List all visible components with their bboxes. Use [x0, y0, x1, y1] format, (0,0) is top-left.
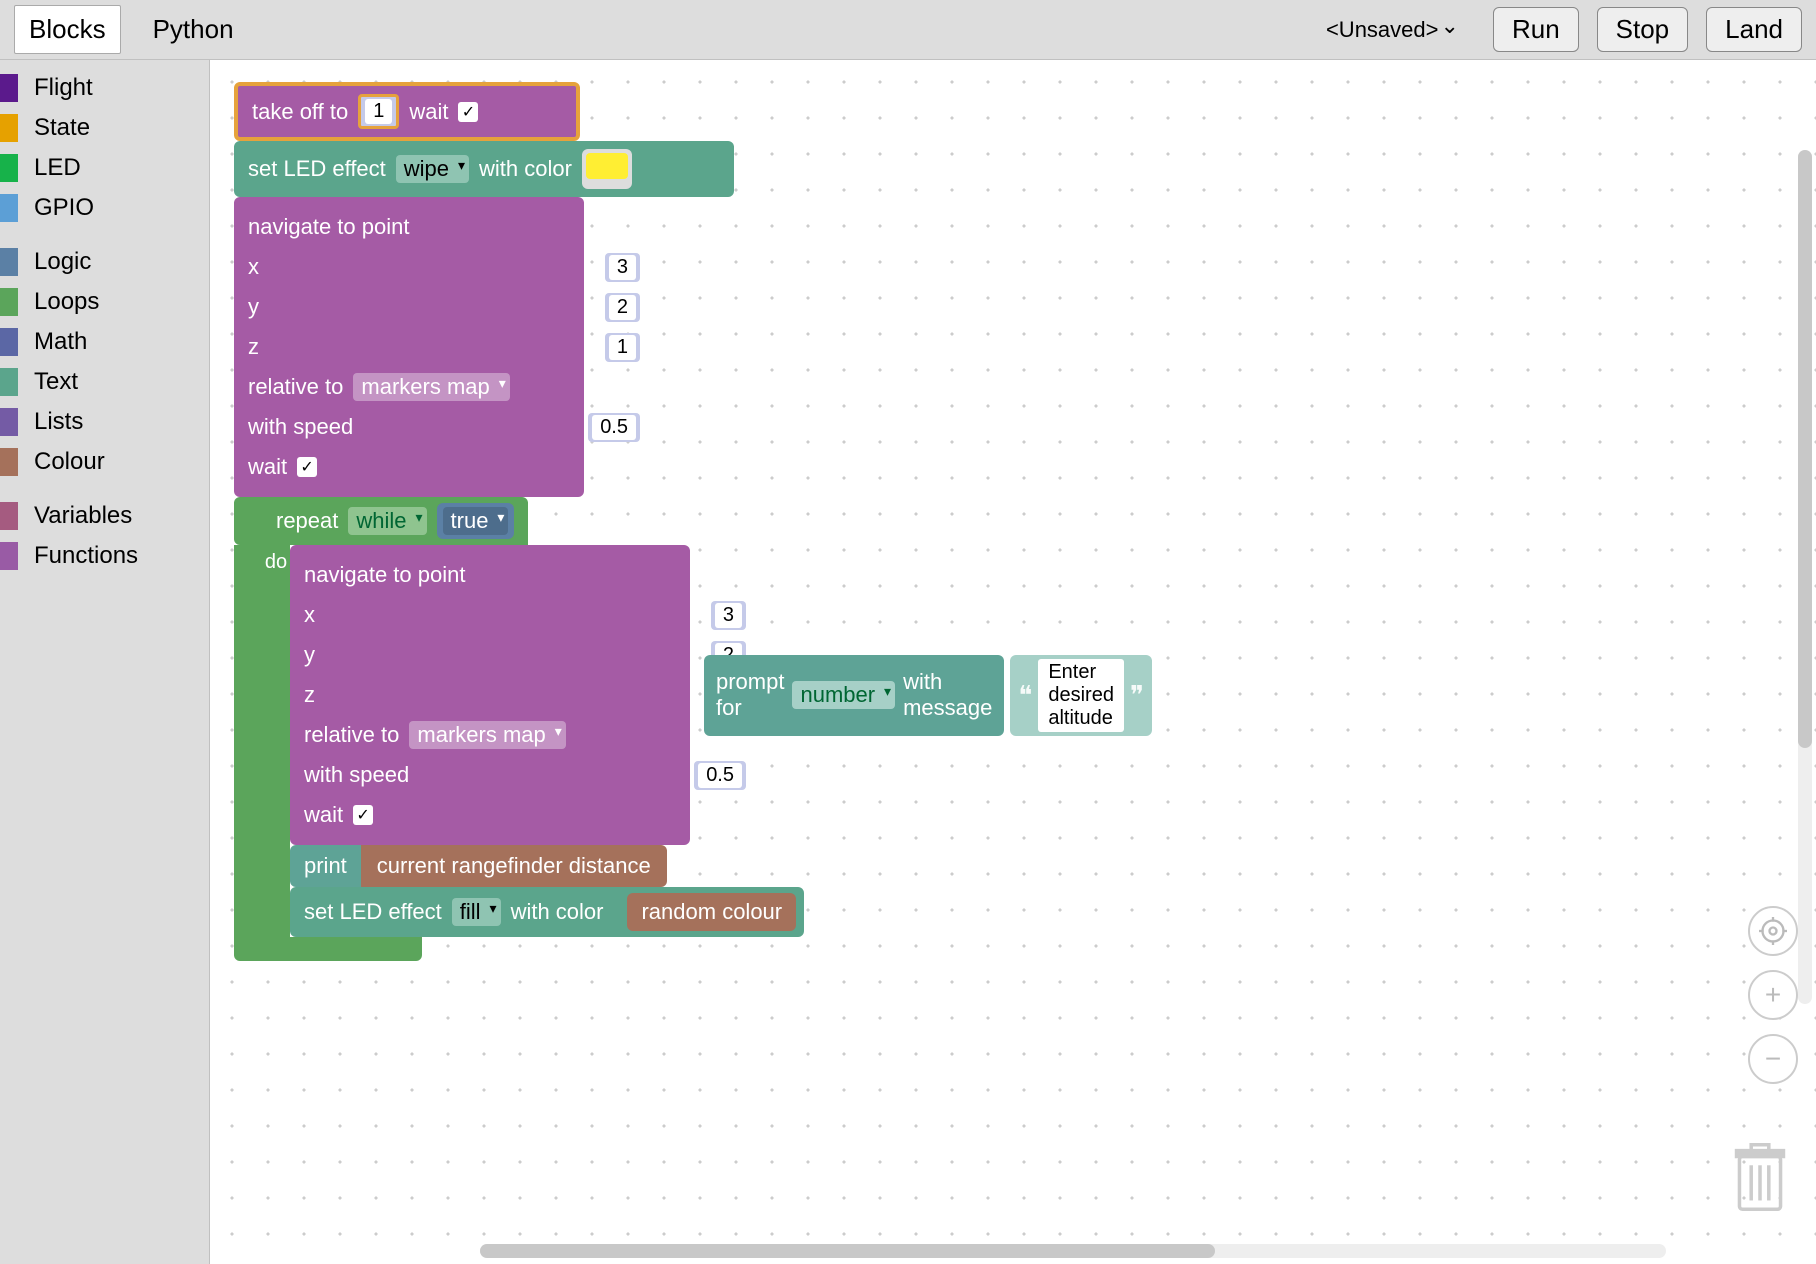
nav1-frame-dropdown[interactable]: markers map	[353, 373, 509, 401]
loop-condition-true[interactable]: true	[437, 503, 515, 539]
center-view-button[interactable]	[1748, 906, 1798, 956]
category-variables[interactable]: Variables	[0, 496, 209, 536]
takeoff-label: take off to	[252, 99, 348, 125]
takeoff-block[interactable]: take off to 1 wait ✓	[234, 82, 580, 141]
zoom-in-button[interactable]: +	[1748, 970, 1798, 1020]
file-select[interactable]: <Unsaved>	[1316, 13, 1465, 46]
prompt-block[interactable]: prompt for number with message	[704, 655, 1004, 736]
top-bar: Blocks Python <Unsaved> Run Stop Land	[0, 0, 1816, 60]
navigate-block-2[interactable]: navigate to point x 3 y 2 z prompt for n…	[290, 545, 690, 845]
rangefinder-value-block[interactable]: current rangefinder distance	[361, 845, 667, 887]
category-flight[interactable]: Flight	[0, 68, 209, 108]
stop-button[interactable]: Stop	[1597, 7, 1689, 52]
land-button[interactable]: Land	[1706, 7, 1802, 52]
nav1-x-input[interactable]: 3	[605, 253, 640, 282]
category-led[interactable]: LED	[0, 148, 209, 188]
category-gpio[interactable]: GPIO	[0, 188, 209, 228]
zoom-out-button[interactable]: −	[1748, 1034, 1798, 1084]
nav2-wait-checkbox[interactable]: ✓	[353, 805, 373, 825]
nav1-z-input[interactable]: 1	[605, 333, 640, 362]
takeoff-wait-checkbox[interactable]: ✓	[458, 102, 478, 122]
navigate-block-1[interactable]: navigate to point x 3 y 2 z 1 relative t…	[234, 197, 584, 497]
main: Flight State LED GPIO Logic Loops Math T…	[0, 60, 1816, 1264]
category-math[interactable]: Math	[0, 322, 209, 362]
category-colour[interactable]: Colour	[0, 442, 209, 482]
open-quote-icon: ❝	[1018, 680, 1032, 711]
nav1-wait-checkbox[interactable]: ✓	[297, 457, 317, 477]
nav2-x-input[interactable]: 3	[711, 601, 746, 630]
close-quote-icon: ❞	[1130, 680, 1144, 711]
category-text[interactable]: Text	[0, 362, 209, 402]
category-functions[interactable]: Functions	[0, 536, 209, 576]
category-loops[interactable]: Loops	[0, 282, 209, 322]
prompt-type-dropdown[interactable]: number	[792, 681, 895, 709]
vertical-scrollbar[interactable]	[1798, 150, 1812, 1004]
led-effect-dropdown-1[interactable]: wipe	[396, 155, 469, 183]
nav1-y-input[interactable]: 2	[605, 293, 640, 322]
print-block[interactable]: print current rangefinder distance	[290, 845, 804, 887]
led-color-input-1[interactable]	[582, 149, 632, 189]
category-lists[interactable]: Lists	[0, 402, 209, 442]
random-colour-block[interactable]: random colour	[627, 893, 796, 931]
trash-icon[interactable]	[1724, 1133, 1796, 1226]
prompt-message-input[interactable]: Enter desired altitude	[1038, 659, 1124, 732]
tab-blocks[interactable]: Blocks	[14, 5, 121, 54]
workspace-controls: + −	[1748, 906, 1798, 1084]
category-sidebar: Flight State LED GPIO Logic Loops Math T…	[0, 60, 210, 1264]
horizontal-scrollbar[interactable]	[480, 1244, 1666, 1258]
loop-mode-dropdown[interactable]: while	[348, 507, 426, 535]
block-stack[interactable]: take off to 1 wait ✓ set LED effect wipe…	[234, 82, 804, 961]
tab-python[interactable]: Python	[139, 6, 248, 53]
nav2-speed-input[interactable]: 0.5	[694, 761, 746, 790]
repeat-while-block[interactable]: repeat while true do navigate to point x	[234, 497, 804, 961]
prompt-message-block[interactable]: ❝ Enter desired altitude ❞	[1010, 655, 1152, 736]
nav1-speed-input[interactable]: 0.5	[588, 413, 640, 442]
category-logic[interactable]: Logic	[0, 242, 209, 282]
nav2-frame-dropdown[interactable]: markers map	[409, 721, 565, 749]
led-effect-block-1[interactable]: set LED effect wipe with color	[234, 141, 734, 197]
takeoff-wait-label: wait	[409, 99, 448, 125]
takeoff-altitude-input[interactable]: 1	[358, 94, 399, 129]
run-button[interactable]: Run	[1493, 7, 1579, 52]
workspace[interactable]: take off to 1 wait ✓ set LED effect wipe…	[210, 60, 1816, 1264]
category-state[interactable]: State	[0, 108, 209, 148]
led-effect-dropdown-2[interactable]: fill	[452, 898, 501, 926]
led-effect-block-2[interactable]: set LED effect fill with color random co…	[290, 887, 804, 937]
